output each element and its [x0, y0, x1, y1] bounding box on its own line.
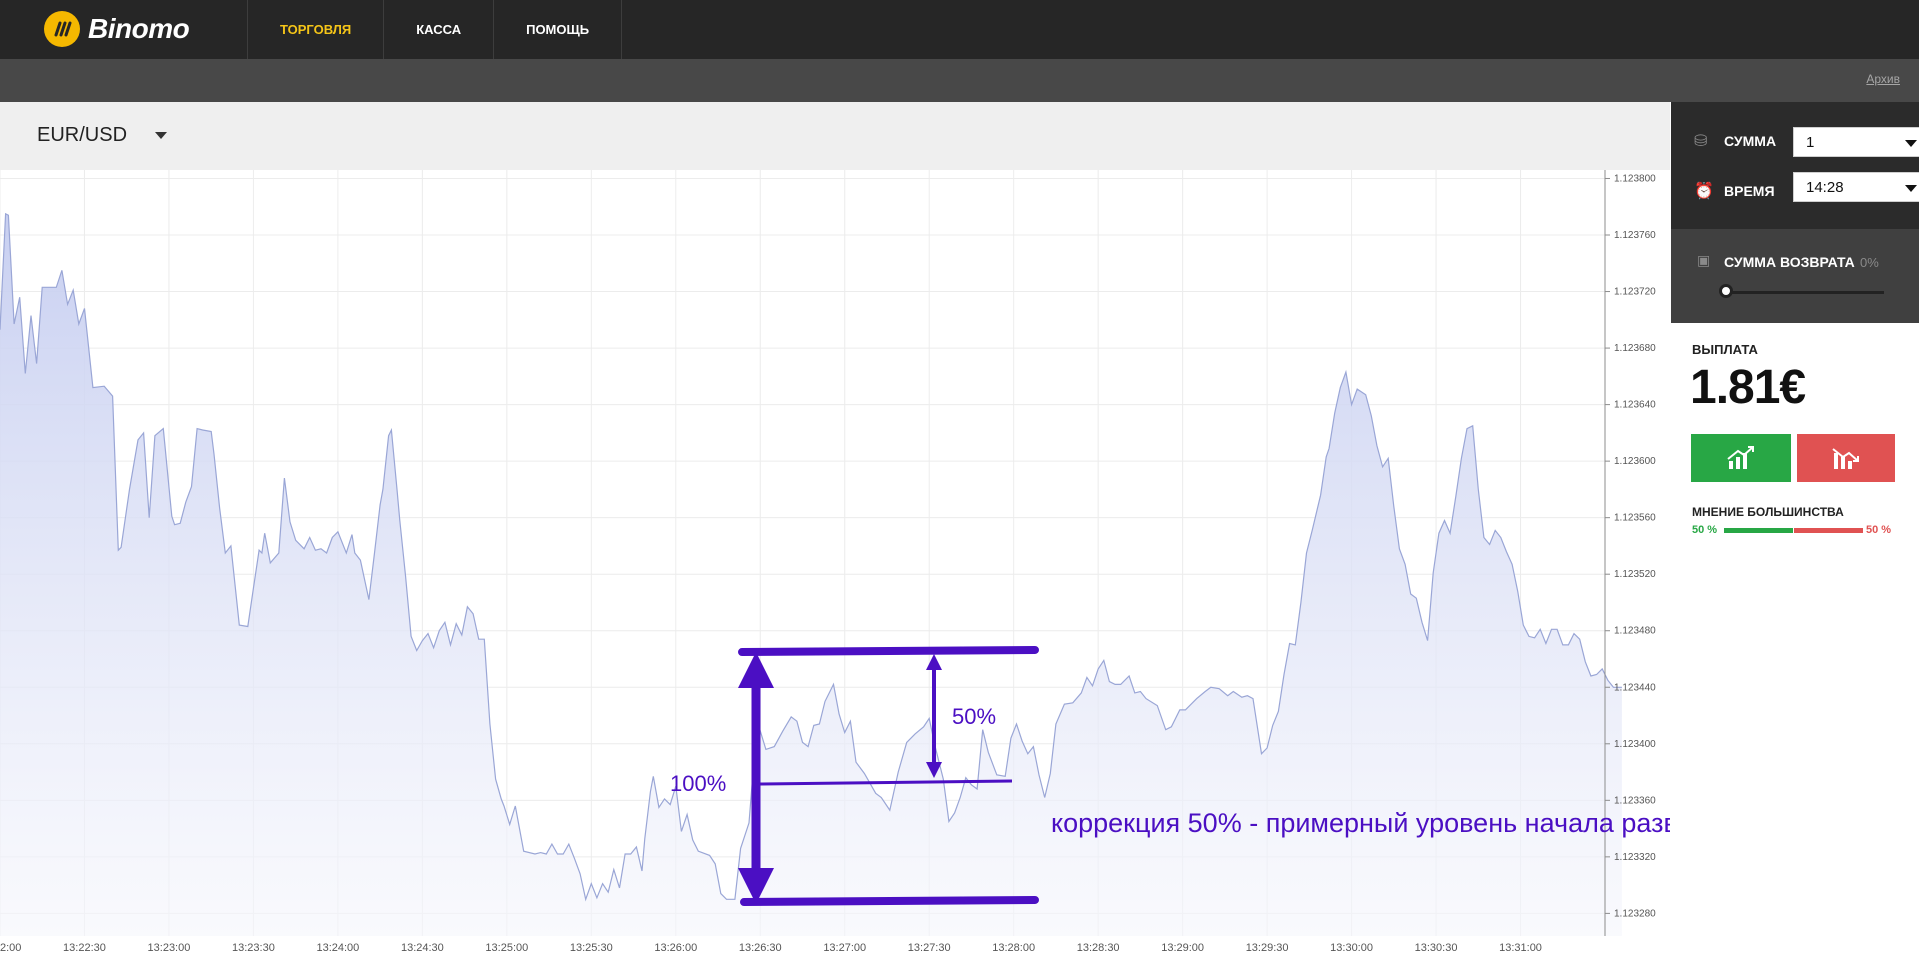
refund-slider-track[interactable]: [1727, 291, 1884, 294]
archive-link[interactable]: Архив: [1866, 72, 1900, 86]
x-tick-label: 13:28:30: [1077, 942, 1120, 954]
y-tick-label: 1.123560: [1614, 513, 1656, 524]
safe-icon: ▣: [1697, 252, 1711, 268]
time-select[interactable]: 14:28: [1793, 172, 1919, 202]
alarm-clock-icon: ⏰: [1694, 183, 1714, 200]
opinion-down-percent: 50 %: [1866, 524, 1892, 536]
amount-value: 1: [1806, 133, 1815, 151]
asset-bar: [0, 102, 1670, 170]
x-tick-label: 13:23:00: [148, 942, 191, 954]
x-tick-label: 13:23:30: [232, 942, 275, 954]
call-up-button[interactable]: [1691, 434, 1791, 482]
y-tick-label: 1.123640: [1614, 400, 1656, 411]
time-value: 14:28: [1806, 178, 1844, 196]
binomo-logo-icon: [44, 11, 80, 47]
x-tick-label: 13:29:00: [1161, 942, 1204, 954]
y-tick-label: 1.123480: [1614, 626, 1656, 637]
payout-value: 1.81€: [1690, 361, 1806, 414]
nav-cashier[interactable]: КАССА: [384, 0, 495, 59]
trend-down-icon: [1832, 448, 1859, 469]
payout-label: ВЫПЛАТА: [1692, 342, 1758, 357]
brand-logo[interactable]: Binomo: [44, 10, 190, 48]
x-tick-label: 13:26:00: [654, 942, 697, 954]
coins-icon: ⛁: [1694, 133, 1708, 150]
opinion-up-bar: [1724, 528, 1793, 533]
y-tick-label: 1.123680: [1614, 343, 1656, 354]
x-tick-label: 13:26:30: [739, 942, 782, 954]
trade-settings-panel: [1671, 102, 1919, 229]
x-tick-label: 13:27:30: [908, 942, 951, 954]
x-tick-label: 13:29:30: [1246, 942, 1289, 954]
x-tick-label: 13:30:00: [1330, 942, 1373, 954]
brand-name: Binomo: [88, 13, 190, 44]
x-tick-label: 13:31:00: [1499, 942, 1542, 954]
refund-value: 0%: [1860, 255, 1879, 270]
y-tick-label: 1.123520: [1614, 569, 1656, 580]
y-tick-label: 1.123760: [1614, 230, 1656, 241]
amount-select[interactable]: 1: [1793, 127, 1919, 157]
opinion-up-percent: 50 %: [1692, 524, 1718, 536]
y-tick-label: 1.123720: [1614, 287, 1656, 298]
x-axis: 13:22:00 13:22:30 13:23:00 13:23:30 13:24:00…: [0, 942, 1542, 954]
x-tick-label: 13:25:30: [570, 942, 613, 954]
x-tick-label: 13:25:00: [485, 942, 528, 954]
refund-slider-handle[interactable]: [1719, 284, 1733, 298]
label-50: 50%: [952, 704, 996, 729]
price-chart[interactable]: 1.123800 1.123760 1.123720 1.123680 1.123640…: [0, 170, 1750, 959]
x-tick-label: 13:28:00: [992, 942, 1035, 954]
x-tick-label: 13:24:00: [316, 942, 359, 954]
sub-toolbar: [0, 59, 1919, 102]
top-level-line: [738, 646, 1039, 656]
top-navbar: Binomo ТОРГОВЛЯ КАССА ПОМОЩЬ: [0, 0, 1919, 59]
y-tick-label: 1.123600: [1614, 456, 1656, 467]
asset-name: EUR/USD: [37, 124, 128, 146]
opinion-down-bar: [1794, 528, 1863, 533]
label-100: 100%: [670, 771, 726, 796]
chevron-down-icon: [1905, 140, 1917, 147]
asset-selector[interactable]: EUR/USD: [37, 124, 168, 147]
chevron-down-icon: [1905, 185, 1917, 192]
y-tick-label: 1.123360: [1614, 795, 1656, 806]
chevron-down-icon: [155, 132, 168, 139]
bottom-level-line: [740, 896, 1039, 906]
x-tick-label: 13:30:30: [1415, 942, 1458, 954]
y-tick-label: 1.123800: [1614, 173, 1656, 184]
chart-canvas: 1.123800 1.123760 1.123720 1.123680 1.123640…: [0, 170, 1750, 954]
main-nav: ТОРГОВЛЯ КАССА ПОМОЩЬ: [247, 0, 623, 59]
x-tick-label: 13:24:30: [401, 942, 444, 954]
nav-trading[interactable]: ТОРГОВЛЯ: [248, 0, 385, 59]
time-label: ВРЕМЯ: [1724, 183, 1775, 199]
correction-note: коррекция 50% - примерный уровень начала…: [1051, 808, 1670, 838]
refund-label: СУММА ВОЗВРАТА: [1724, 254, 1855, 270]
nav-help[interactable]: ПОМОЩЬ: [494, 0, 623, 59]
y-tick-label: 1.123440: [1614, 682, 1656, 693]
refund-panel: [1671, 229, 1919, 323]
y-tick-label: 1.123320: [1614, 852, 1656, 863]
trend-up-icon: [1727, 446, 1754, 469]
y-tick-label: 1.123400: [1614, 739, 1656, 750]
x-tick-label: 13:27:00: [823, 942, 866, 954]
y-tick-label: 1.123280: [1614, 908, 1656, 919]
x-tick-label: 13:22:00: [0, 942, 21, 954]
put-down-button[interactable]: [1797, 434, 1895, 482]
x-tick-label: 13:22:30: [63, 942, 106, 954]
amount-label: СУММА: [1724, 133, 1777, 149]
majority-opinion-label: МНЕНИЕ БОЛЬШИНСТВА: [1692, 505, 1844, 519]
